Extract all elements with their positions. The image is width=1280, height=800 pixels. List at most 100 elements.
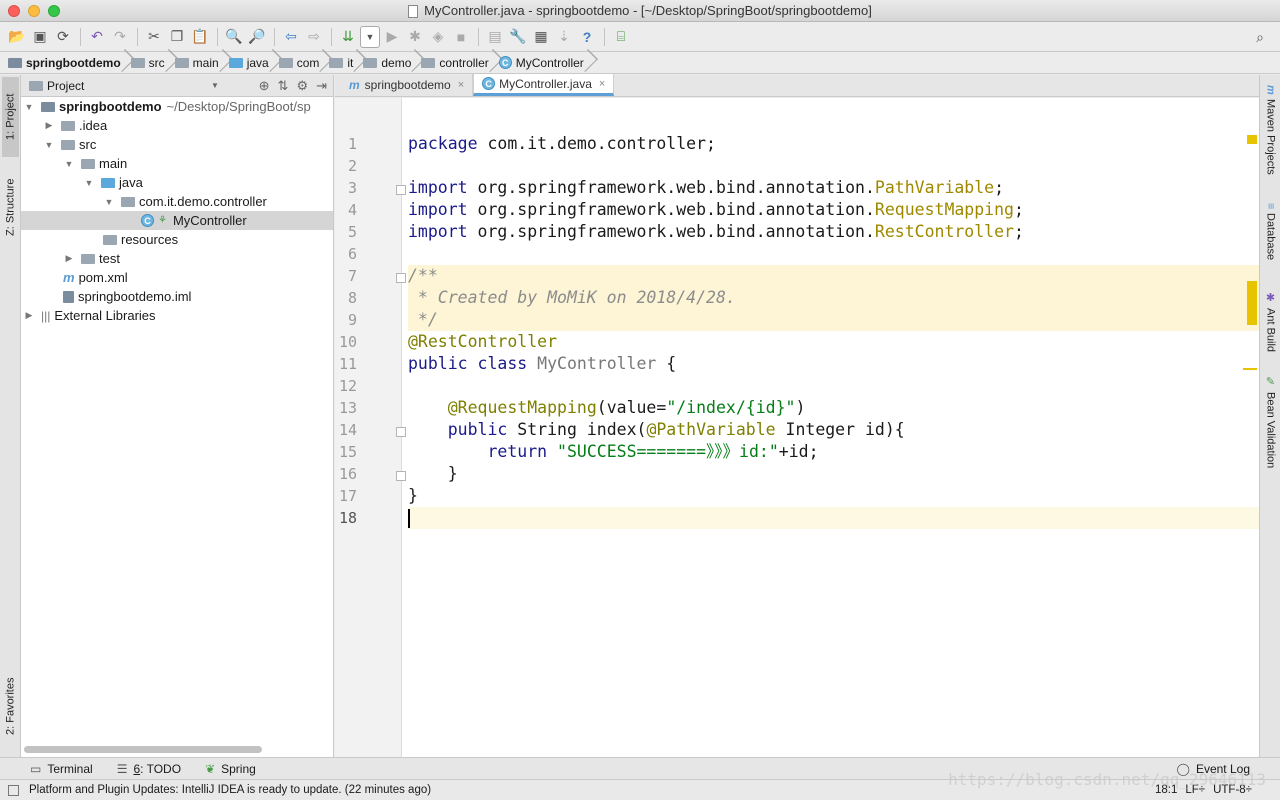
tab-mycontroller-java[interactable]: C MyController.java × xyxy=(473,74,615,96)
tab-ant-build[interactable]: ✱ Ant Build xyxy=(1262,291,1279,357)
window-minimize-button[interactable] xyxy=(28,5,40,17)
collapsed-arrow-icon[interactable]: ▶ xyxy=(23,310,35,321)
window-maximize-button[interactable] xyxy=(48,5,60,17)
attach-icon[interactable]: ▤ xyxy=(484,26,506,48)
tree-item-main[interactable]: ▼ main xyxy=(21,154,333,173)
hide-panel-icon[interactable]: ⇥ xyxy=(316,78,327,94)
toggle-tool-windows-icon[interactable] xyxy=(8,784,19,796)
tree-item-src[interactable]: ▼ src xyxy=(21,135,333,154)
tab-spring[interactable]: ❦ Spring xyxy=(205,762,256,776)
project-view-selector[interactable]: Project xyxy=(47,79,84,93)
save-icon[interactable]: ▣ xyxy=(29,26,51,48)
breadcrumb-item-main[interactable]: main xyxy=(174,52,225,74)
breadcrumb-item-java[interactable]: java xyxy=(228,52,275,74)
tree-item-pom[interactable]: m pom.xml xyxy=(21,268,333,287)
settings-wrench-icon[interactable]: 🔧 xyxy=(507,26,529,48)
breadcrumb-item-mycontroller[interactable]: C MyController xyxy=(498,52,590,74)
folder-icon xyxy=(61,139,75,150)
tree-item-external-libraries[interactable]: ▶ ||| External Libraries xyxy=(21,306,333,325)
fold-marker-icon[interactable] xyxy=(396,185,406,195)
analysis-status-marker[interactable] xyxy=(1247,135,1257,144)
tab-terminal[interactable]: ▭ Terminal xyxy=(30,762,93,776)
gear-icon[interactable]: ⚙ xyxy=(296,78,308,94)
expanded-arrow-icon[interactable]: ▼ xyxy=(23,102,35,112)
tree-item-idea[interactable]: ▶ .idea xyxy=(21,116,333,135)
forward-icon[interactable]: ⇨ xyxy=(303,26,325,48)
iml-file-icon xyxy=(63,290,74,303)
expanded-arrow-icon[interactable]: ▼ xyxy=(43,140,55,150)
copy-icon[interactable]: ❐ xyxy=(166,26,188,48)
breadcrumb-item-src[interactable]: src xyxy=(130,52,171,74)
stop-icon[interactable]: ■ xyxy=(450,26,472,48)
run-config-dropdown[interactable]: ▼ xyxy=(360,25,380,48)
terminal-icon[interactable]: ⌸ xyxy=(610,26,632,48)
code-line-4: import org.springframework.web.bind.anno… xyxy=(408,200,1024,219)
tree-item-package[interactable]: ▼ com.it.demo.controller xyxy=(21,192,333,211)
tab-springbootdemo[interactable]: m springbootdemo × xyxy=(341,74,474,96)
undo-icon[interactable]: ↶ xyxy=(86,26,108,48)
fold-marker-icon[interactable] xyxy=(396,273,406,283)
breadcrumb-item-controller[interactable]: controller xyxy=(421,52,494,74)
expanded-arrow-icon[interactable]: ▼ xyxy=(103,197,115,207)
package-icon xyxy=(421,57,436,68)
tab-project-tool[interactable]: 1: Project xyxy=(2,77,19,157)
error-stripe-marker[interactable] xyxy=(1247,281,1257,325)
terminal-icon: ▭ xyxy=(30,761,42,776)
tab-bean-validation[interactable]: ✎ Bean Validation xyxy=(1262,375,1279,475)
breadcrumb-item-it[interactable]: it xyxy=(329,52,359,74)
tab-database[interactable]: ≡ Database xyxy=(1262,203,1279,273)
collapse-all-icon[interactable]: ⇅ xyxy=(278,78,289,94)
code-area[interactable]: package com.it.demo.controller; import o… xyxy=(408,98,1259,757)
status-message[interactable]: Platform and Plugin Updates: IntelliJ ID… xyxy=(29,784,431,796)
open-folder-icon[interactable]: 📂 xyxy=(6,26,28,48)
run-icon[interactable]: ▶ xyxy=(381,26,403,48)
tree-item-iml[interactable]: springbootdemo.iml xyxy=(21,287,333,306)
close-icon[interactable]: × xyxy=(458,79,464,91)
fold-marker-icon[interactable] xyxy=(396,427,406,437)
search-everywhere-icon[interactable]: ⌕ xyxy=(1249,26,1271,48)
tab-maven-projects[interactable]: m Maven Projects xyxy=(1262,85,1279,185)
coverage-icon[interactable]: ◈ xyxy=(427,26,449,48)
back-icon[interactable]: ⇦ xyxy=(280,26,302,48)
tab-todo[interactable]: ☰ 6: TODO xyxy=(117,762,181,776)
ant-icon: ✱ xyxy=(1264,291,1276,304)
tree-item-mycontroller[interactable]: C ⚘ MyController xyxy=(21,211,333,230)
help-icon[interactable]: ? xyxy=(576,26,598,48)
tree-item-java[interactable]: ▼ java xyxy=(21,173,333,192)
close-icon[interactable]: × xyxy=(599,78,605,90)
tree-item-test[interactable]: ▶ test xyxy=(21,249,333,268)
collapsed-arrow-icon[interactable]: ▶ xyxy=(63,253,75,264)
code-editor[interactable]: 1 2 3 4 5 6 7 8 9 10 11 12 13 14 15 16 1… xyxy=(335,98,1259,757)
watermark: https://blog.csdn.net/qq_29646113 xyxy=(948,770,1266,789)
cut-icon[interactable]: ✂ xyxy=(143,26,165,48)
breadcrumb-item-demo[interactable]: demo xyxy=(363,52,417,74)
horizontal-scrollbar[interactable] xyxy=(24,746,262,753)
expanded-arrow-icon[interactable]: ▼ xyxy=(83,178,95,188)
tree-item-resources[interactable]: resources xyxy=(21,230,333,249)
project-structure-icon[interactable]: ▦ xyxy=(530,26,552,48)
todo-icon: ☰ xyxy=(116,761,128,776)
sync-icon[interactable]: ⟳ xyxy=(52,26,74,48)
find-icon[interactable]: 🔍 xyxy=(223,26,245,48)
fold-marker-icon[interactable] xyxy=(396,471,406,481)
class-icon: C xyxy=(482,77,496,90)
tab-structure-tool[interactable]: Z: Structure xyxy=(2,167,19,247)
vcs-icon[interactable]: ⇣ xyxy=(553,26,575,48)
code-line-8: * Created by MoMiK on 2018/4/28. xyxy=(408,287,1259,309)
tab-favorites-tool[interactable]: 2: Favorites xyxy=(2,665,19,747)
breadcrumb-item-com[interactable]: com xyxy=(278,52,326,74)
redo-icon[interactable]: ↷ xyxy=(109,26,131,48)
paste-icon[interactable]: 📋 xyxy=(189,26,211,48)
replace-icon[interactable]: 🔎 xyxy=(246,26,268,48)
code-line-15: return "SUCCESS=======》》》id:"+id; xyxy=(487,442,819,461)
chevron-down-icon[interactable]: ▼ xyxy=(211,81,219,90)
collapsed-arrow-icon[interactable]: ▶ xyxy=(43,120,55,131)
expanded-arrow-icon[interactable]: ▼ xyxy=(63,159,75,169)
error-stripe-marker[interactable] xyxy=(1243,368,1257,370)
tree-item-springbootdemo[interactable]: ▼ springbootdemo ~/Desktop/SpringBoot/sp xyxy=(21,97,333,116)
build-icon[interactable]: ⇊ xyxy=(337,26,359,48)
locate-icon[interactable]: ⊕ xyxy=(259,78,270,94)
debug-icon[interactable]: ✱ xyxy=(404,26,426,48)
window-close-button[interactable] xyxy=(8,5,20,17)
breadcrumb-item-project[interactable]: springbootdemo xyxy=(8,52,127,74)
